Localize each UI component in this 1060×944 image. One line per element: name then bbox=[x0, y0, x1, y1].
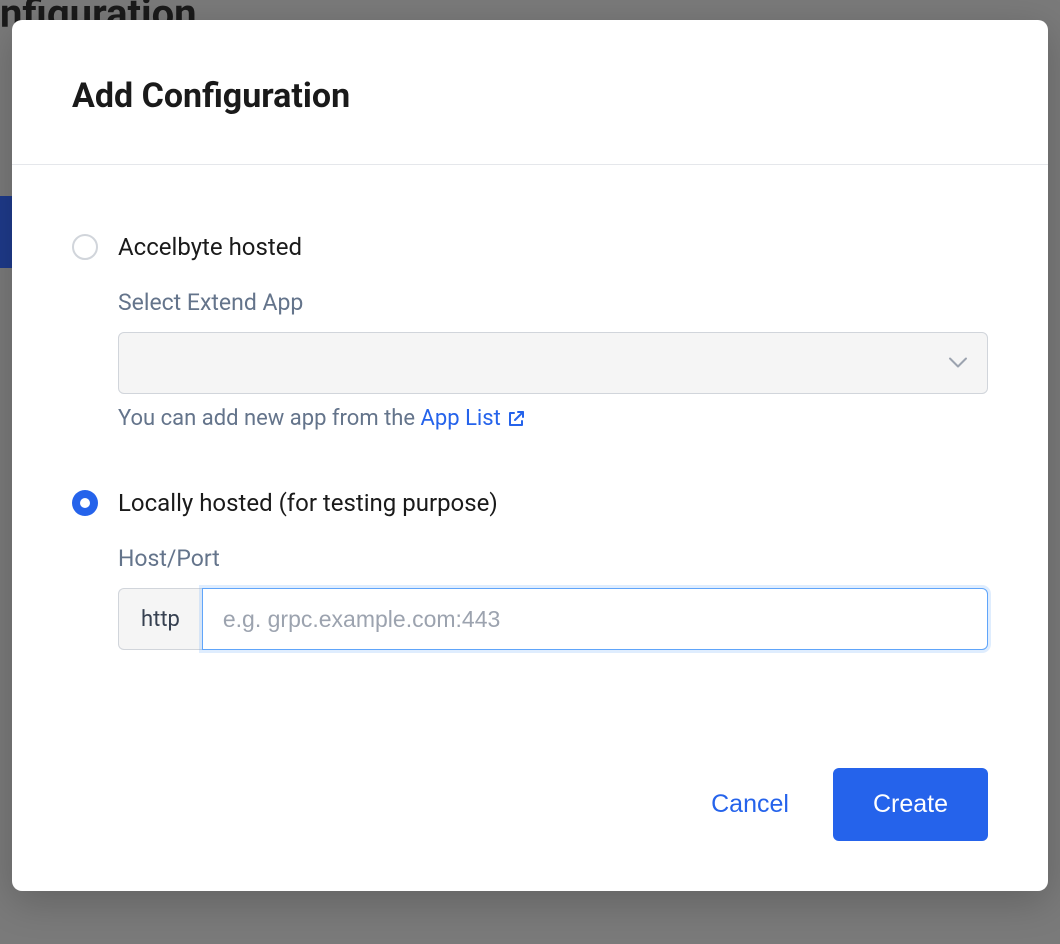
create-button[interactable]: Create bbox=[833, 768, 988, 841]
host-port-input-group: http bbox=[118, 588, 988, 650]
option-row-accelbyte[interactable]: Accelbyte hosted bbox=[72, 233, 988, 261]
radio-accelbyte[interactable] bbox=[72, 234, 98, 260]
host-port-input[interactable] bbox=[202, 588, 988, 650]
option-accelbyte-hosted: Accelbyte hosted Select Extend App You c… bbox=[72, 233, 988, 431]
option-label-local: Locally hosted (for testing purpose) bbox=[118, 489, 498, 517]
external-link-icon bbox=[507, 410, 525, 428]
host-port-label: Host/Port bbox=[118, 545, 988, 572]
app-list-link-text: App List bbox=[421, 406, 501, 431]
radio-local[interactable] bbox=[72, 490, 98, 516]
app-list-link[interactable]: App List bbox=[421, 406, 525, 431]
modal-title: Add Configuration bbox=[72, 76, 988, 116]
add-configuration-modal: Add Configuration Accelbyte hosted Selec… bbox=[12, 20, 1048, 891]
modal-overlay: Add Configuration Accelbyte hosted Selec… bbox=[0, 0, 1060, 944]
modal-header: Add Configuration bbox=[12, 20, 1048, 165]
app-list-help-text: You can add new app from the App List bbox=[118, 406, 988, 431]
option-locally-hosted: Locally hosted (for testing purpose) Hos… bbox=[72, 489, 988, 650]
modal-body: Accelbyte hosted Select Extend App You c… bbox=[12, 165, 1048, 738]
modal-footer: Cancel Create bbox=[12, 738, 1048, 891]
select-extend-app[interactable] bbox=[118, 332, 988, 394]
option-row-local[interactable]: Locally hosted (for testing purpose) bbox=[72, 489, 988, 517]
local-sub-section: Host/Port http bbox=[118, 545, 988, 650]
cancel-button[interactable]: Cancel bbox=[711, 790, 789, 819]
accelbyte-sub-section: Select Extend App You can add new app fr… bbox=[118, 289, 988, 431]
option-label-accelbyte: Accelbyte hosted bbox=[118, 233, 302, 261]
help-text-prefix: You can add new app from the bbox=[118, 406, 421, 431]
input-prefix-http: http bbox=[118, 588, 202, 650]
select-extend-app-label: Select Extend App bbox=[118, 289, 988, 316]
select-extend-app-wrap bbox=[118, 332, 988, 394]
